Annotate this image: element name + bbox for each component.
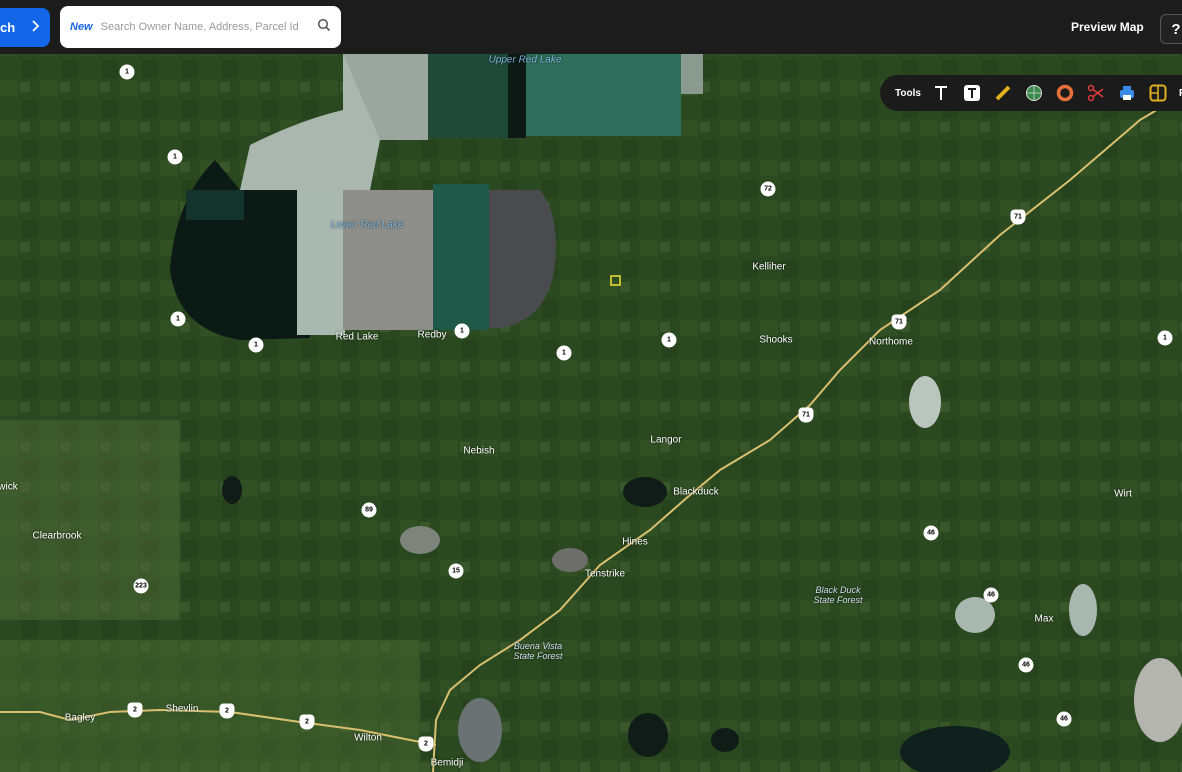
upper-red-lake-label: Upper Red Lake [488,54,562,66]
place-wilton: Wilton [354,732,382,744]
route-shield: 15 [448,563,464,579]
route-shield-us: 2 [219,703,235,719]
route-shield: 46 [923,525,939,541]
help-label: ? [1171,20,1181,38]
place-northome: Northome [869,336,913,348]
route-shield: 223 [133,578,149,594]
route-shield: 1 [119,64,135,80]
toolbar-label: Tools [895,87,921,99]
route-shield: 72 [760,181,776,197]
place-nebish: Nebish [463,445,495,457]
scissors-icon[interactable] [1086,83,1106,103]
route-shield: 1 [248,337,264,353]
place-red-lake: Red Lake [335,331,379,343]
route-shield-us: 71 [891,314,907,330]
route-shield: 1 [167,149,183,165]
place-kelliher: Kelliher [752,261,786,273]
place-shooks: Shooks [759,334,793,346]
place-tenstrike: Tenstrike [584,568,626,580]
route-shield: 1 [454,323,470,339]
route-shield: 1 [661,332,677,348]
text-tool-icon[interactable] [931,83,951,103]
measure-ruler-icon[interactable] [993,83,1013,103]
new-badge: New [70,21,93,33]
place-bagley: Bagley [64,712,96,724]
route-shield-us: 2 [127,702,143,718]
place-hines: Hines [622,536,648,548]
help-button[interactable]: ? [1160,14,1182,44]
search-box: New [60,6,341,48]
chevron-right-icon [30,20,40,35]
lower-red-lake-label: Lower Red Lake [330,219,404,231]
search-button-label: ch [0,20,16,35]
tools-toolbar: Tools P [880,75,1182,111]
top-bar: ch New Preview Map ? [0,0,1182,54]
globe-icon[interactable] [1024,83,1044,103]
route-shield: 46 [983,587,999,603]
place-blackduck: Blackduck [673,486,719,498]
text-box-tool-icon[interactable] [962,83,982,103]
route-shield: 46 [1056,711,1072,727]
place-clearbrook: Clearbrook [32,530,82,542]
route-shield: 1 [170,311,186,327]
buffer-ring-icon[interactable] [1055,83,1075,103]
route-shield: 89 [361,502,377,518]
print-icon[interactable] [1117,83,1137,103]
route-shield-us: 2 [418,736,434,752]
route-shield-us: 71 [1010,209,1026,225]
black-duck-state-forest-label: Black Duck State Forest [813,585,863,605]
buena-vista-state-forest-label: Buena Vista State Forest [513,641,563,661]
place-wirt: Wirt [1114,488,1132,500]
search-input[interactable] [98,20,317,34]
search-icon[interactable] [317,18,331,37]
route-shield: 1 [1157,330,1173,346]
route-shield-us: 2 [299,714,315,730]
preview-map-button[interactable]: Preview Map [1071,20,1144,34]
layout-icon[interactable] [1148,83,1168,103]
search-button[interactable]: ch [0,8,50,47]
place-max: Max [1034,613,1054,625]
place-shevlin: Shevlin [165,703,199,715]
place-langor: Langor [650,434,682,446]
place-wick: wick [0,481,18,493]
place-redby: Redby [417,329,447,341]
route-shield: 1 [556,345,572,361]
place-bemidji: Bemidji [430,757,464,769]
route-shield: 46 [1018,657,1034,673]
route-shield-us: 71 [798,407,814,423]
